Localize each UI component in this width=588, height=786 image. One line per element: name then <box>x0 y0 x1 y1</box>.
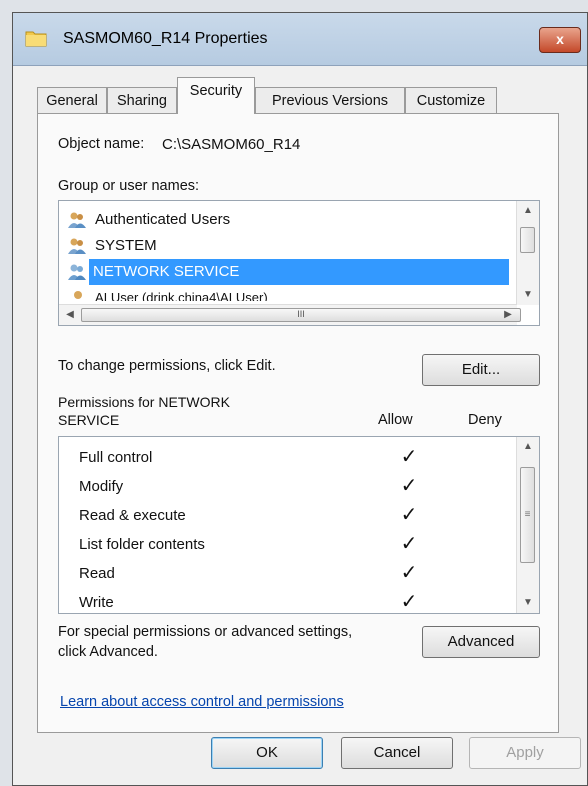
object-name-value: C:\SASMOM60_R14 <box>162 136 301 153</box>
permissions-for-label-line2: SERVICE <box>58 412 120 428</box>
user-name: Authenticated Users <box>95 211 231 228</box>
permission-row: Read ✓ <box>79 559 539 588</box>
special-permissions-text-line1: For special permissions or advanced sett… <box>58 624 353 640</box>
ok-button[interactable]: OK <box>211 737 323 769</box>
edit-button[interactable]: Edit... <box>422 354 540 386</box>
permission-row: Full control ✓ <box>79 443 539 472</box>
permission-row: Read & execute ✓ <box>79 501 539 530</box>
permission-row: Write ✓ <box>79 588 539 613</box>
close-button[interactable]: x <box>539 27 581 53</box>
permission-row: Modify ✓ <box>79 472 539 501</box>
folder-icon <box>25 31 47 47</box>
advanced-button[interactable]: Advanced <box>422 626 540 658</box>
permission-name: Read & execute <box>79 507 186 524</box>
list-item-selected[interactable]: NETWORK SERVICE <box>89 259 509 285</box>
user-name: AI User (drink.china4\AI User) <box>95 290 268 301</box>
scroll-up-icon[interactable]: ▲ <box>517 437 539 457</box>
change-permissions-text: To change permissions, click Edit. <box>58 358 276 374</box>
scroll-up-icon[interactable]: ▲ <box>517 201 539 221</box>
list-item[interactable]: Authenticated Users <box>67 207 509 233</box>
vertical-scrollbar[interactable]: ▲ ≡ ▼ <box>516 437 539 613</box>
special-permissions-text-line2: click Advanced. <box>58 644 158 660</box>
apply-button[interactable]: Apply <box>469 737 581 769</box>
tab-sharing[interactable]: Sharing <box>107 87 177 113</box>
tab-previous-versions[interactable]: Previous Versions <box>255 87 405 113</box>
tab-security[interactable]: Security <box>177 77 255 114</box>
horizontal-scrollbar[interactable]: ◀ III ▶ <box>59 304 521 325</box>
learn-about-link[interactable]: Learn about access control and permissio… <box>60 694 344 710</box>
allow-check-icon: ✓ <box>400 533 418 555</box>
permission-name: Write <box>79 594 114 611</box>
users-icon <box>68 264 86 280</box>
scroll-right-icon[interactable]: ▶ <box>497 305 519 325</box>
security-panel: Object name: C:\SASMOM60_R14 Group or us… <box>37 113 559 733</box>
permissions-list[interactable]: Full control ✓ Modify ✓ Read & execute ✓… <box>58 436 540 614</box>
scroll-down-icon[interactable]: ▼ <box>517 593 539 613</box>
allow-check-icon: ✓ <box>400 562 418 584</box>
user-name: SYSTEM <box>95 237 157 254</box>
allow-check-icon: ✓ <box>400 591 418 613</box>
properties-dialog: SASMOM60_R14 Properties x General Sharin… <box>12 12 588 786</box>
user-list[interactable]: Authenticated Users SYSTEM NETWORK SERVI… <box>58 200 540 326</box>
scroll-down-icon[interactable]: ▼ <box>517 285 539 305</box>
permissions-for-label-line1: Permissions for NETWORK <box>58 394 230 410</box>
permission-name: Read <box>79 565 115 582</box>
object-name-label: Object name: <box>58 136 145 152</box>
users-icon <box>68 238 86 254</box>
permission-row: List folder contents ✓ <box>79 530 539 559</box>
list-item[interactable]: AI User (drink.china4\AI User) <box>67 285 509 301</box>
permission-name: List folder contents <box>79 536 205 553</box>
allow-header: Allow <box>378 412 413 428</box>
scroll-thumb[interactable] <box>520 227 535 253</box>
allow-check-icon: ✓ <box>400 446 418 468</box>
tab-general[interactable]: General <box>37 87 107 113</box>
scroll-thumb[interactable]: ≡ <box>520 467 535 563</box>
title-bar[interactable]: SASMOM60_R14 Properties x <box>13 13 587 66</box>
scroll-thumb[interactable]: III <box>81 308 521 322</box>
allow-check-icon: ✓ <box>400 475 418 497</box>
window-title: SASMOM60_R14 Properties <box>63 30 268 47</box>
user-name: NETWORK SERVICE <box>93 263 240 280</box>
permission-name: Full control <box>79 449 153 466</box>
cancel-button[interactable]: Cancel <box>341 737 453 769</box>
scroll-left-icon[interactable]: ◀ <box>59 305 81 325</box>
group-label: Group or user names: <box>58 178 200 194</box>
permission-name: Modify <box>79 478 124 495</box>
users-icon <box>68 212 86 228</box>
vertical-scrollbar[interactable]: ▲ ▼ <box>516 201 539 305</box>
deny-header: Deny <box>468 412 502 428</box>
user-icon <box>74 291 82 299</box>
tab-customize[interactable]: Customize <box>405 87 497 113</box>
allow-check-icon: ✓ <box>400 504 418 526</box>
list-item[interactable]: SYSTEM <box>67 233 509 259</box>
